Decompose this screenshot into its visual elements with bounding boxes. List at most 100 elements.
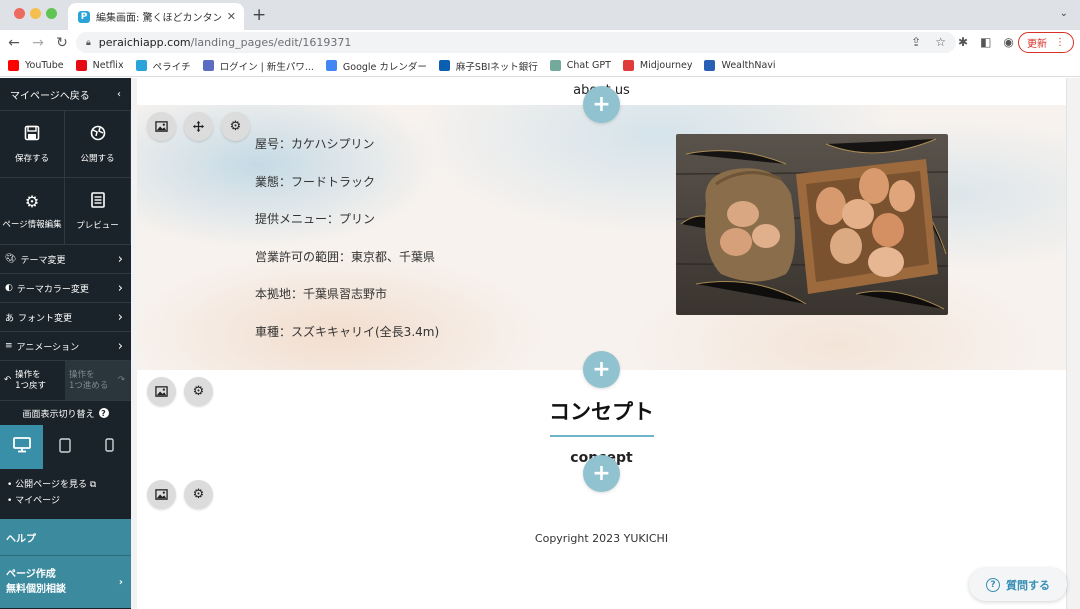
undo-label-line2: 1つ戻す (15, 380, 47, 391)
view-switch-title: 画面表示切り替え ? (0, 401, 131, 425)
chevron-right-icon: › (117, 309, 123, 325)
gear-icon: ⚙ (229, 119, 242, 134)
section-settings-button[interactable]: ⚙ (221, 112, 250, 141)
publish-button[interactable]: 公開する (65, 111, 131, 178)
reload-icon[interactable]: ↻ (50, 35, 74, 51)
editor-sidebar: マイページへ戻る ‹ 保存する 公開する ⚙ ページ情報編集 プレビュー 🎨︎ テ… (0, 78, 131, 609)
question-circle-icon: ? (986, 577, 1000, 592)
address-bar[interactable]: 🔒︎ peraichiapp.com/landing_pages/edit/16… (76, 32, 956, 53)
tablet-view-button[interactable] (43, 425, 87, 469)
sidebar-menu-item[interactable]: あフォント変更 › (0, 303, 131, 332)
gear-icon: ⚙ (24, 192, 40, 211)
wealthnavi-icon (704, 60, 716, 71)
bookmark-label: YouTube (25, 60, 64, 71)
lock-icon[interactable]: 🔒︎ (86, 38, 91, 48)
update-button[interactable]: 更新 ⋮ (1018, 32, 1074, 53)
add-block-button[interactable]: + (583, 351, 620, 388)
canvas-scrollbar[interactable] (1066, 78, 1080, 609)
redo-button[interactable]: 操作を 1つ進める ↷ (65, 361, 131, 400)
browser-tab-active[interactable]: P 編集画面: 驚くほどカンタン！無料 ✕ (68, 3, 244, 30)
calendar-icon (325, 60, 337, 71)
extensions-puzzle-icon[interactable]: ✱ (958, 35, 968, 49)
sidebar-menu-label: フォント変更 (18, 313, 73, 324)
bookmark-item[interactable]: 麻子SBIネット銀行 (438, 59, 538, 73)
external-link-icon: ⧉ (87, 480, 97, 490)
bookmark-star-icon[interactable]: ☆ (935, 35, 946, 49)
side-panel-icon[interactable]: ◧ (980, 35, 991, 49)
chatgpt-icon (549, 60, 561, 71)
tab-search-chevron-icon[interactable]: ⌄ (1060, 8, 1068, 19)
desktop-view-button[interactable] (0, 425, 43, 469)
tab-close-icon[interactable]: ✕ (227, 10, 236, 23)
help-circle-icon[interactable]: ? (98, 408, 109, 418)
image-settings-button[interactable] (147, 112, 176, 141)
profile-avatar-icon[interactable]: ◉ (1003, 35, 1013, 49)
animation-icon: ≡ (5, 341, 13, 351)
bookmark-label: Google カレンダー (342, 61, 427, 73)
about-section[interactable]: 屋号：カケハシプリン 業態：フードトラック 提供メニュー：プリン 営業許可の範囲：東京… (137, 105, 1066, 370)
plus-icon: + (592, 92, 611, 117)
forward-arrow-icon[interactable]: → (26, 35, 50, 51)
view-public-page-link[interactable]: • 公開ページを見る ⧉ (7, 477, 131, 493)
bookmark-item[interactable]: YouTube (8, 60, 64, 71)
bookmark-item[interactable]: Midjourney (622, 60, 692, 71)
floppy-disk-icon (24, 125, 40, 145)
save-button[interactable]: 保存する (0, 111, 65, 178)
share-icon[interactable]: ⇪ (911, 35, 921, 49)
maximize-window-button[interactable] (46, 8, 57, 19)
info-item: 本拠地：千葉県習志野市 (255, 287, 388, 301)
mobile-view-button[interactable] (87, 425, 131, 469)
business-info-list: 屋号：カケハシプリン 業態：フードトラック 提供メニュー：プリン 営業許可の範囲：東京… (255, 135, 439, 360)
help-button[interactable]: ヘルプ (0, 519, 131, 556)
sidebar-menu-item[interactable]: ◐ テーマカラー変更 › (0, 274, 131, 303)
new-tab-button[interactable]: + (252, 5, 266, 25)
bookmark-item[interactable]: ペライチ (135, 59, 191, 73)
back-arrow-icon[interactable]: ← (2, 35, 26, 51)
sidebar-menu-item[interactable]: ≡ アニメーション › (0, 332, 131, 361)
sidebar-menu-label: アニメーション (16, 342, 80, 353)
free-consultation-button[interactable]: ページ作成 無料個別相談 › (0, 556, 131, 608)
bookmark-item[interactable]: Chat GPT (549, 60, 611, 71)
move-section-button[interactable] (184, 112, 213, 141)
browser-toolbar: ← → ↻ 🔒︎ peraichiapp.com/landing_pages/e… (0, 30, 1080, 55)
sidebar-menu-item[interactable]: 🎨︎ テーマ変更 › (0, 245, 131, 274)
close-window-button[interactable] (14, 8, 25, 19)
image-settings-button[interactable] (147, 480, 176, 509)
redo-label-line1: 操作を (69, 370, 95, 381)
add-block-button[interactable]: + (583, 455, 620, 492)
editor-canvas: about us 屋号：カケハシプリン業態：フードトラック提供メニュー：プリン営… (131, 78, 1080, 609)
mypage-link[interactable]: • マイページ (7, 493, 131, 509)
info-item: 提供メニュー：プリン (255, 212, 376, 226)
bookmark-item[interactable]: Google カレンダー (325, 59, 427, 73)
publish-label: 公開する (80, 153, 115, 164)
bookmark-item[interactable]: ログイン | 新生パワ... (202, 59, 314, 73)
netflix-icon (75, 60, 87, 71)
minimize-window-button[interactable] (30, 8, 41, 19)
globe-icon (90, 125, 106, 145)
save-label: 保存する (14, 153, 49, 164)
undo-button[interactable]: ↶ 操作を 1つ戻す (0, 361, 65, 400)
add-block-button[interactable]: + (583, 86, 620, 123)
back-to-mypage-button[interactable]: マイページへ戻る ‹ (0, 78, 131, 111)
plus-icon: + (592, 461, 611, 486)
eggs-in-crate-photo[interactable] (676, 134, 948, 315)
ask-question-button[interactable]: ? 質問する (969, 568, 1067, 601)
heading-underline-divider (550, 435, 654, 437)
bookmark-item[interactable]: Netflix (75, 60, 124, 71)
consult-label-line2: 無料個別相談 (6, 584, 66, 595)
plus-icon: + (592, 357, 611, 382)
bookmark-label: WealthNavi (721, 60, 776, 71)
page-info-edit-button[interactable]: ⚙ ページ情報編集 (0, 178, 65, 245)
concept-heading-ja: コンセプト (549, 400, 654, 424)
preview-button[interactable]: プレビュー (65, 178, 131, 245)
bookmark-label: 麻子SBIネット銀行 (455, 61, 538, 73)
section-settings-button[interactable]: ⚙ (184, 480, 213, 509)
sidebar-menu-label: テーマカラー変更 (16, 284, 89, 295)
landing-page-preview: about us 屋号：カケハシプリン業態：フードトラック提供メニュー：プリン営… (137, 78, 1066, 609)
kebab-menu-icon: ⋮ (1055, 37, 1065, 48)
preview-label: プレビュー (76, 220, 119, 231)
info-item: 営業許可の範囲：東京都、千葉県 (255, 249, 436, 264)
help-label: ヘルプ (6, 533, 36, 545)
chevron-left-icon: ‹ (117, 88, 121, 100)
bookmark-item[interactable]: WealthNavi (704, 60, 776, 71)
